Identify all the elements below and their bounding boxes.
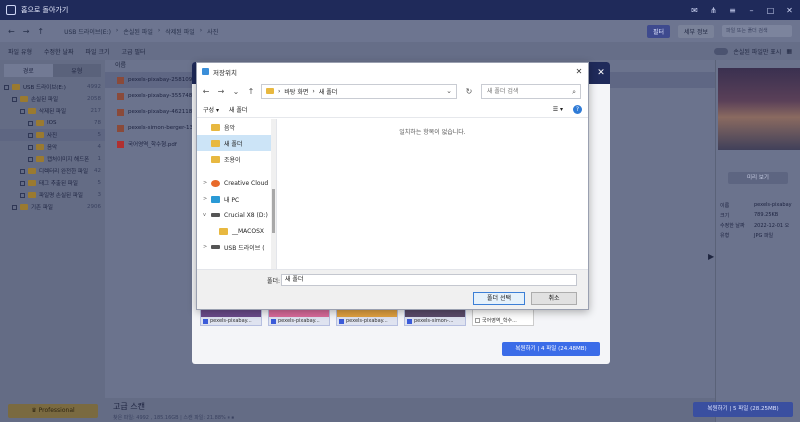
- tab-type[interactable]: 유형: [52, 64, 101, 77]
- tree-item[interactable]: 디렉터리 완전한 파일 42: [0, 165, 105, 177]
- select-folder-button[interactable]: 폴더 선택: [473, 292, 525, 305]
- address-bar[interactable]: › 바탕 화면 › 새 폴더 ⌄: [261, 83, 457, 99]
- stop-icon[interactable]: ⏹: [231, 415, 234, 421]
- collapse-preview-icon[interactable]: ▶: [708, 252, 714, 261]
- file-metadata: 이름 pexels-pixabay 크기 789.25KB 수정한 날짜 2022-1…: [720, 202, 792, 239]
- organize-menu[interactable]: 구성 ▾: [203, 105, 219, 114]
- search-icon: ⌕: [572, 87, 576, 96]
- minimize-icon[interactable]: –: [747, 6, 756, 15]
- tab-path[interactable]: 경로: [4, 64, 53, 77]
- folder-icon: [266, 88, 274, 94]
- lost-files-toggle-label: 손실된 파일만 표시: [733, 48, 782, 56]
- detail-button[interactable]: 세부 정보: [678, 24, 714, 38]
- tree-item[interactable]: 파일명 손실된 파일 3: [0, 189, 105, 201]
- filter-advanced[interactable]: 고급 필터: [122, 47, 146, 56]
- nav-item[interactable]: 조용이: [197, 151, 276, 167]
- help-icon[interactable]: ?: [573, 105, 582, 114]
- back-icon[interactable]: ←: [8, 27, 15, 36]
- preview-image: [718, 68, 800, 150]
- preview-button[interactable]: 미리 보기: [728, 172, 788, 184]
- back-icon[interactable]: ←: [201, 87, 211, 96]
- up-icon[interactable]: ↑: [37, 27, 44, 36]
- scan-title: 고급 스캔: [113, 402, 145, 411]
- tree-item[interactable]: 태그 추출된 파일 5: [0, 177, 105, 189]
- address-segment[interactable]: 새 폴더: [319, 87, 337, 96]
- dialog-title: 저장위치: [213, 68, 237, 77]
- nav-item[interactable]: 새 폴더: [197, 135, 276, 151]
- breadcrumb: USB 드라이브(E:) › 손실된 파일 › 삭제된 파일 › 사진: [64, 26, 219, 36]
- recent-dropdown-icon[interactable]: ⌄: [231, 87, 241, 96]
- address-segment[interactable]: 바탕 화면: [284, 87, 308, 96]
- nav-scrollbar[interactable]: [271, 119, 276, 269]
- restore-button[interactable]: 복원하기 | 4 파일 (24.48MB): [502, 342, 600, 356]
- save-location-dialog: 저장위치 ✕ ← → ⌄ ↑ › 바탕 화면 › 새 폴더 ⌄ ↻ 새 폴더 검색…: [196, 62, 589, 310]
- back-home-link[interactable]: 홈으로 돌아가기: [21, 5, 68, 15]
- up-icon[interactable]: ↑: [246, 87, 256, 96]
- crown-icon: ♛: [31, 407, 39, 414]
- forward-icon[interactable]: →: [216, 87, 226, 96]
- refresh-icon[interactable]: ↻: [462, 87, 476, 96]
- nav-item[interactable]: > 내 PC: [197, 191, 276, 207]
- chevron-down-icon[interactable]: ⌄: [446, 87, 452, 95]
- sidebar: 경로 유형 USB 드라이브(E:) 4992 손실된 파일 2058 삭제된 파일…: [0, 60, 105, 422]
- tree-item[interactable]: 캡처이미지 해드폰 1: [0, 153, 105, 165]
- filter-toolbar: 파일 유형 수정한 날짜 파일 크기 고급 필터 손실된 파일만 표시 ▦: [0, 42, 800, 60]
- tree-item[interactable]: IOS 78: [0, 117, 105, 129]
- empty-message: 일치하는 항목이 없습니다.: [399, 129, 466, 136]
- cancel-button[interactable]: 취소: [531, 292, 577, 305]
- nav-item[interactable]: > USB 드라이브 (: [197, 239, 276, 255]
- feedback-icon[interactable]: ✉: [690, 6, 699, 15]
- folder-content[interactable]: 일치하는 항목이 없습니다.: [277, 119, 588, 269]
- tree-item[interactable]: 손실된 파일 2058: [0, 93, 105, 105]
- breadcrumb-item[interactable]: 손실된 파일: [123, 27, 153, 36]
- scan-detail: 찾은 파일: 4992 , 185.16GB | 스캔 파일: 21.88% ⏸…: [113, 415, 234, 421]
- restore-button-main[interactable]: 복원하기 | 5 파일 (28.25MB): [693, 402, 793, 417]
- close-icon[interactable]: ✕: [570, 67, 588, 76]
- filter-file-size[interactable]: 파일 크기: [86, 47, 110, 56]
- pause-icon[interactable]: ⏸: [227, 415, 230, 421]
- menu-icon[interactable]: ≡: [728, 6, 737, 15]
- breadcrumb-item[interactable]: 사진: [207, 27, 218, 36]
- filter-button[interactable]: 필터: [646, 24, 670, 38]
- scan-status: 고급 스캔 찾은 파일: 4992 , 185.16GB | 스캔 파일: 21…: [105, 398, 715, 422]
- dialog-app-icon: [202, 68, 209, 75]
- lost-files-toggle[interactable]: [714, 47, 729, 55]
- nav-item[interactable]: v Crucial X8 (D:): [197, 207, 276, 223]
- tree-item[interactable]: 음악 4: [0, 141, 105, 153]
- nav-item[interactable]: __MACOSX: [197, 223, 276, 239]
- folder-search-input[interactable]: 새 폴더 검색 ⌕: [481, 83, 581, 99]
- title-bar: 홈으로 돌아가기 ✉ ⋔ ≡ – □ ✕: [0, 0, 800, 20]
- grid-view-icon[interactable]: ▦: [786, 48, 792, 55]
- breadcrumb-item[interactable]: USB 드라이브(E:): [64, 27, 111, 36]
- professional-button[interactable]: ♛ Professional: [8, 404, 98, 418]
- preview-panel: 미리 보기 이름 pexels-pixabay 크기 789.25KB 수정한 날짜…: [715, 60, 800, 422]
- filter-file-type[interactable]: 파일 유형: [8, 47, 32, 56]
- tree-item[interactable]: 삭제된 파일 217: [0, 105, 105, 117]
- tree-item[interactable]: 사진 5: [0, 129, 105, 141]
- search-input[interactable]: 파일 또는 폴더 검색: [722, 25, 792, 37]
- nav-item[interactable]: 음악: [197, 119, 276, 135]
- folder-name-input[interactable]: 새 폴더: [281, 274, 577, 286]
- new-folder-button[interactable]: 새 폴더: [229, 105, 247, 114]
- maximize-icon[interactable]: □: [766, 6, 775, 15]
- share-icon[interactable]: ⋔: [709, 6, 718, 15]
- tree-item[interactable]: USB 드라이브(E:) 4992: [0, 81, 105, 93]
- filter-modified-date[interactable]: 수정한 날짜: [44, 47, 74, 56]
- home-icon[interactable]: [6, 5, 16, 15]
- tree-item[interactable]: 기존 파일 2906: [0, 201, 105, 213]
- nav-item[interactable]: > Creative Cloud: [197, 175, 276, 191]
- close-icon[interactable]: ✕: [596, 68, 606, 78]
- folder-label: 폴더:: [267, 278, 281, 285]
- navigation-pane: 음악 새 폴더 조용이 > Creative Cloud > 내 PC v Cruci…: [197, 119, 277, 269]
- view-options-icon[interactable]: ☰ ▾: [553, 106, 563, 113]
- nav-bar: ← → ↑ USB 드라이브(E:) › 손실된 파일 › 삭제된 파일 › 사진 필…: [0, 20, 800, 42]
- breadcrumb-item[interactable]: 삭제된 파일: [165, 27, 195, 36]
- close-icon[interactable]: ✕: [785, 6, 794, 15]
- forward-icon[interactable]: →: [23, 27, 30, 36]
